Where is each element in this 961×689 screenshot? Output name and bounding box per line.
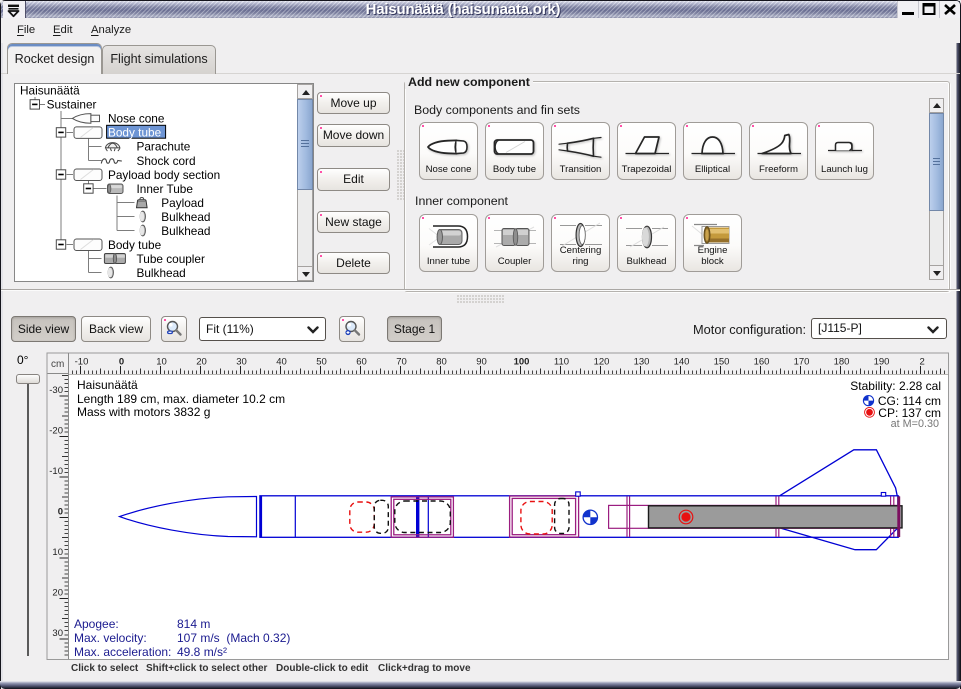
svg-text:20: 20 xyxy=(52,588,63,599)
svg-text:180: 180 xyxy=(834,357,850,368)
svg-text:140: 140 xyxy=(674,357,690,368)
svg-text:40: 40 xyxy=(276,357,287,368)
svg-text:90: 90 xyxy=(476,357,487,368)
svg-text:150: 150 xyxy=(714,357,730,368)
svg-text:20: 20 xyxy=(196,357,207,368)
svg-text:-20: -20 xyxy=(49,426,63,437)
svg-text:-10: -10 xyxy=(49,466,63,477)
svg-text:110: 110 xyxy=(554,357,569,368)
svg-text:160: 160 xyxy=(754,357,770,368)
svg-text:50: 50 xyxy=(316,357,327,368)
svg-text:30: 30 xyxy=(52,628,63,639)
svg-text:190: 190 xyxy=(874,357,890,368)
svg-text:130: 130 xyxy=(634,357,650,368)
svg-text:80: 80 xyxy=(436,357,447,368)
svg-text:-30: -30 xyxy=(49,385,63,396)
svg-text:10: 10 xyxy=(52,547,63,558)
svg-text:-10: -10 xyxy=(75,357,89,368)
svg-text:70: 70 xyxy=(396,357,407,368)
svg-text:10: 10 xyxy=(156,357,167,368)
svg-text:2: 2 xyxy=(920,357,925,368)
svg-text:0: 0 xyxy=(119,357,124,368)
svg-text:0: 0 xyxy=(58,507,63,518)
svg-text:30: 30 xyxy=(236,357,247,368)
svg-text:170: 170 xyxy=(794,357,810,368)
svg-text:100: 100 xyxy=(514,357,530,368)
svg-text:120: 120 xyxy=(594,357,610,368)
svg-text:60: 60 xyxy=(356,357,367,368)
